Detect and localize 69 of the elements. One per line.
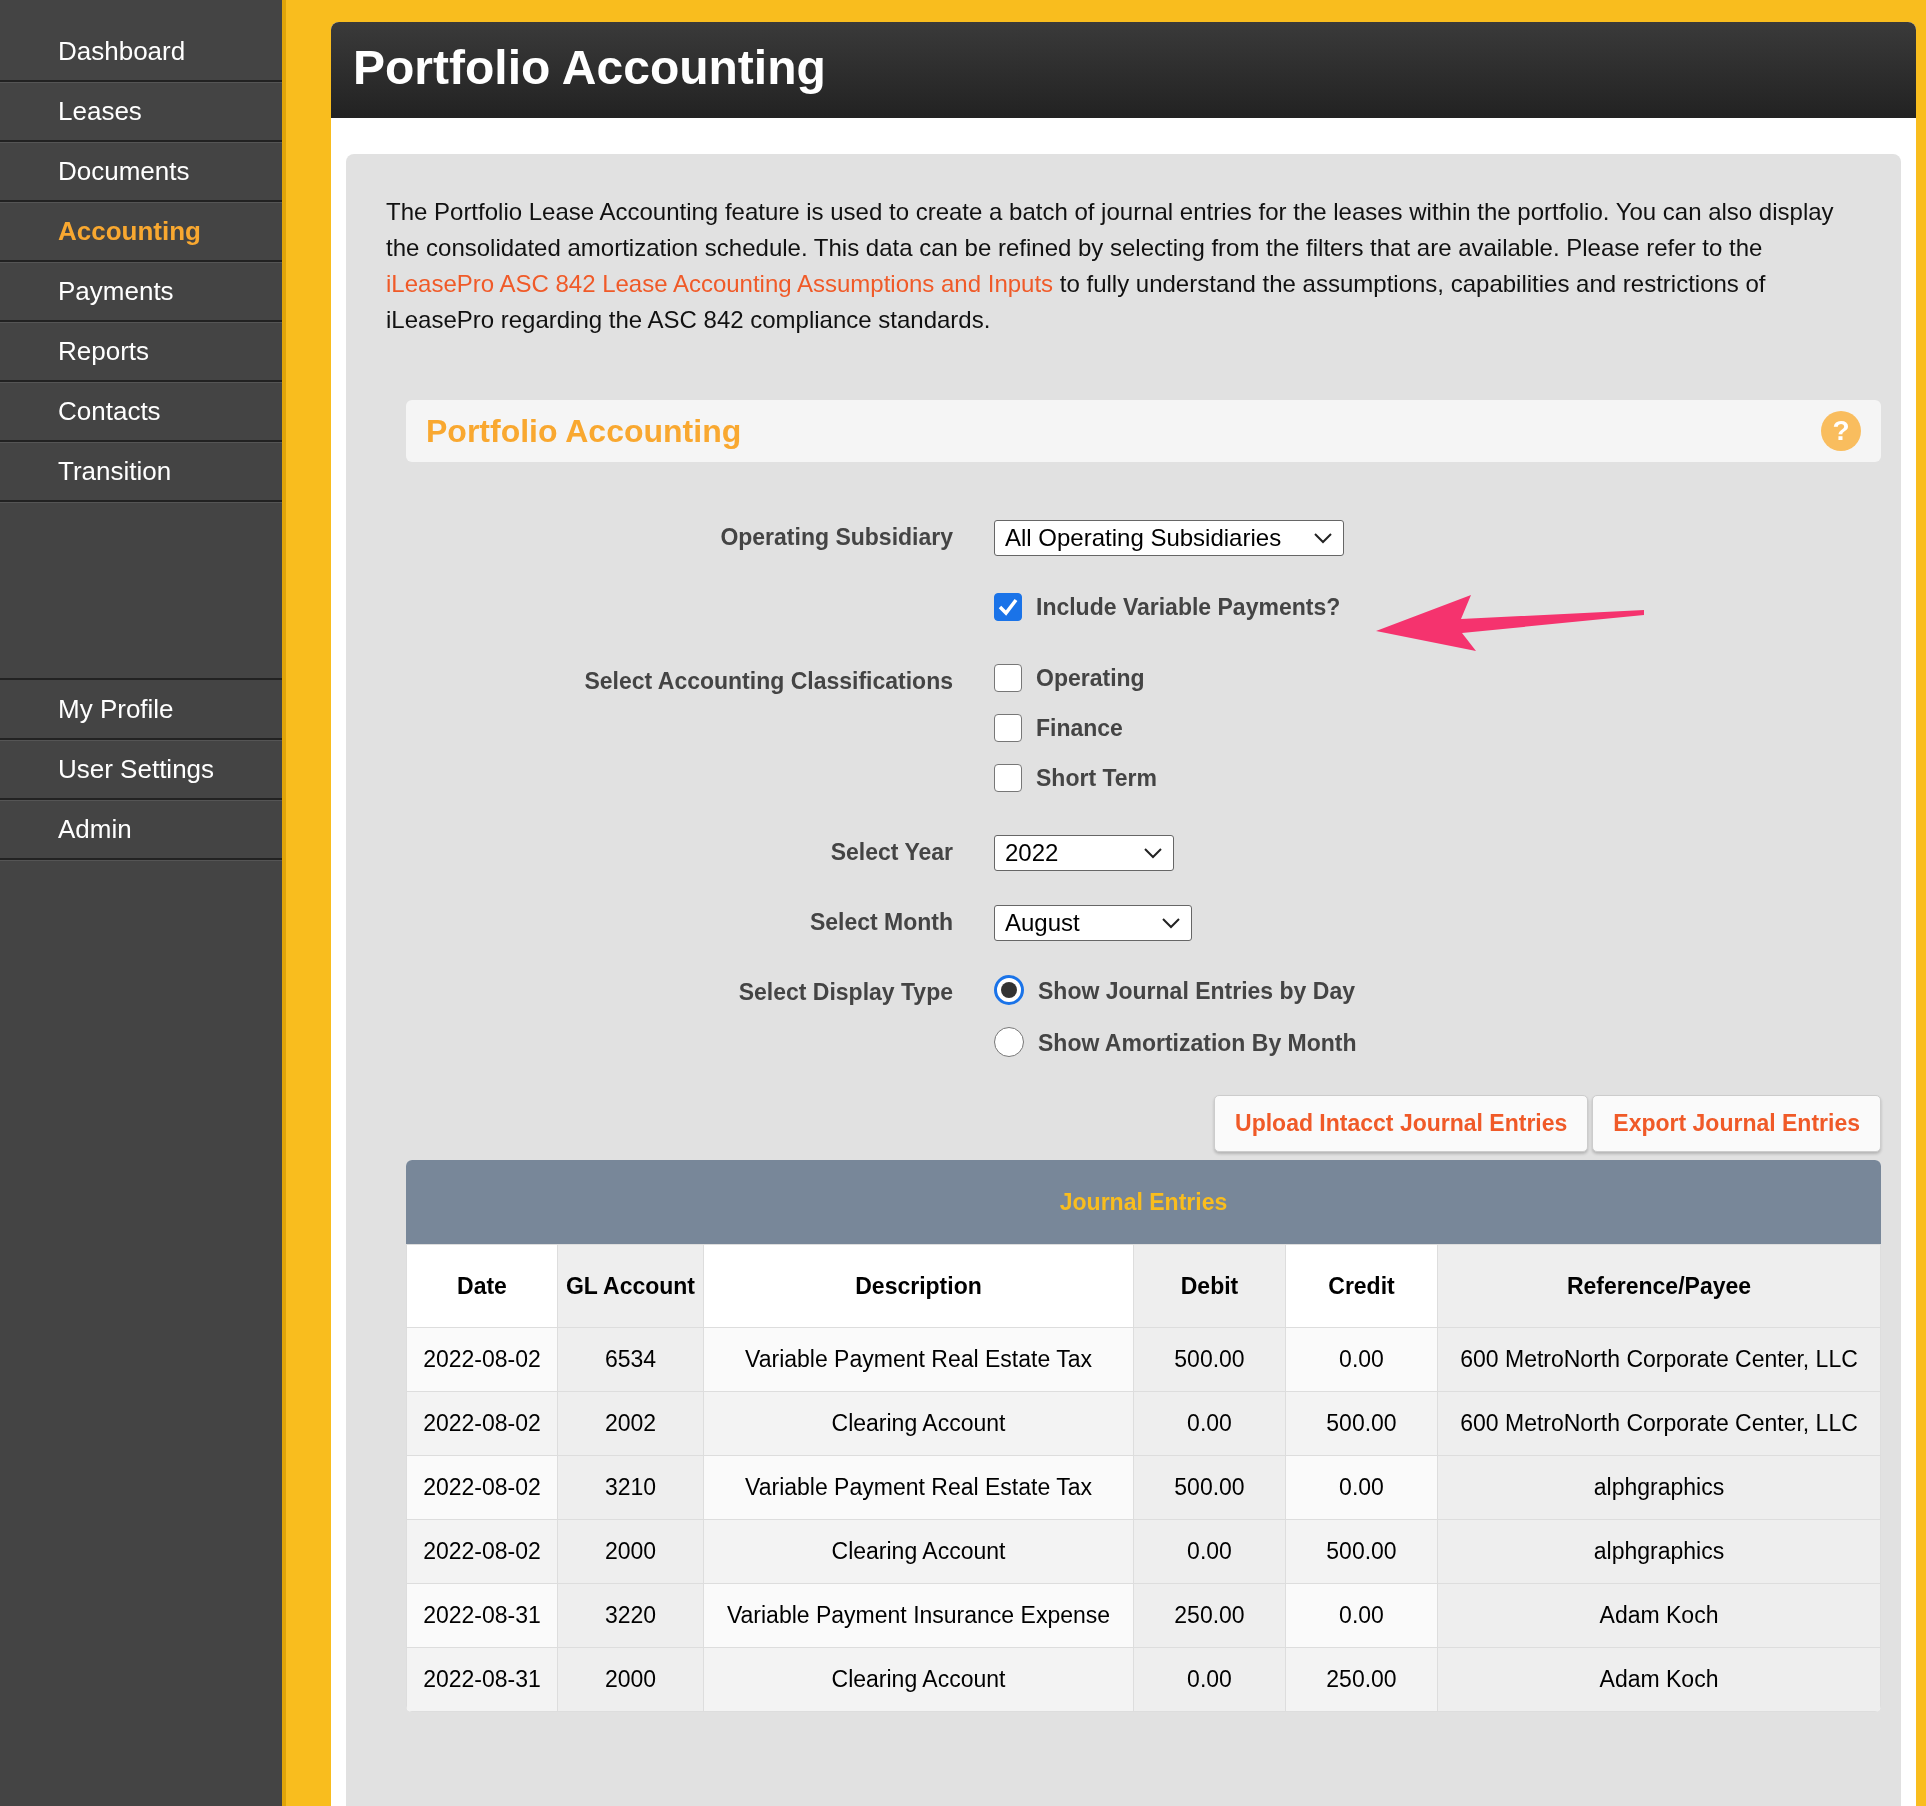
- table-cell: 2022-08-31: [406, 1583, 558, 1648]
- table-cell: 500.00: [1133, 1327, 1286, 1392]
- checkbox[interactable]: [994, 664, 1022, 692]
- checkbox-label: Operating: [1036, 665, 1145, 692]
- table-cell: Clearing Account: [703, 1519, 1134, 1584]
- field-label: Select Year: [829, 838, 953, 867]
- chevron-down-icon: [1313, 532, 1333, 544]
- page-title: Portfolio Accounting: [331, 22, 1916, 118]
- checkbox-label: Include Variable Payments?: [1036, 594, 1341, 621]
- table-cell: Clearing Account: [703, 1391, 1134, 1456]
- radio-label: Show Journal Entries by Day: [1038, 978, 1355, 1005]
- table-cell: 6534: [557, 1327, 704, 1392]
- radio-button[interactable]: [994, 1027, 1024, 1057]
- table-cell: alphgraphics: [1437, 1455, 1881, 1520]
- table-cell: 250.00: [1133, 1583, 1286, 1648]
- table-cell: alphgraphics: [1437, 1519, 1881, 1584]
- table-cell: 500.00: [1133, 1455, 1286, 1520]
- column-header: Date: [406, 1244, 558, 1328]
- checkbox[interactable]: [994, 764, 1022, 792]
- table-cell: 2000: [557, 1519, 704, 1584]
- table-cell: 2000: [557, 1647, 704, 1712]
- section-title: Portfolio Accounting: [426, 412, 742, 450]
- chevron-down-icon: [1161, 917, 1181, 929]
- table-cell: 3220: [557, 1583, 704, 1648]
- table-cell: Variable Payment Insurance Expense: [703, 1583, 1134, 1648]
- table-cell: Variable Payment Real Estate Tax: [703, 1327, 1134, 1392]
- field-label: Select Display Type: [737, 978, 953, 1007]
- table-cell: 2022-08-02: [406, 1455, 558, 1520]
- radio-button[interactable]: [994, 975, 1024, 1005]
- radio-label: Show Amortization By Month: [1038, 1030, 1357, 1057]
- column-header: Debit: [1133, 1244, 1286, 1328]
- column-header: Description: [703, 1244, 1134, 1328]
- table-cell: 500.00: [1285, 1391, 1438, 1456]
- description-paragraph: The Portfolio Lease Accounting feature is used to create a batch of journal entries for the leases within the portfolio. You can also display the consolidated amortization schedule. This data can be refined by selecting from the filters that are available. Please refer to the iLeasePro ASC 842 Lease Accounting Assumptions and Inputs to fully understand the assumptions, capabilities and restrictions of iLeasePro regarding the ASC 842 compliance standards.: [386, 197, 1835, 335]
- table-cell: 0.00: [1133, 1519, 1286, 1584]
- table-cell: 0.00: [1285, 1455, 1438, 1520]
- table-cell: Clearing Account: [703, 1647, 1134, 1712]
- field-label: Operating Subsidiary: [719, 523, 953, 552]
- table-cell: 0.00: [1133, 1391, 1286, 1456]
- column-header: Reference/Payee: [1437, 1244, 1881, 1328]
- table-cell: Variable Payment Real Estate Tax: [703, 1455, 1134, 1520]
- table-cell: 600 MetroNorth Corporate Center, LLC: [1437, 1391, 1881, 1456]
- select-field[interactable]: 2022: [994, 835, 1174, 871]
- table-cell: 3210: [557, 1455, 704, 1520]
- checkbox-label: Short Term: [1036, 765, 1157, 792]
- table-cell: 2002: [557, 1391, 704, 1456]
- table-cell: 250.00: [1285, 1647, 1438, 1712]
- table-cell: 2022-08-02: [406, 1327, 558, 1392]
- field-label: Select Month: [808, 908, 953, 937]
- table-cell: 0.00: [1285, 1327, 1438, 1392]
- column-header: Credit: [1285, 1244, 1438, 1328]
- select-field[interactable]: All Operating Subsidiaries: [994, 520, 1344, 556]
- table-cell: 2022-08-02: [406, 1519, 558, 1584]
- table-cell: Adam Koch: [1437, 1647, 1881, 1712]
- checkbox[interactable]: [994, 593, 1022, 621]
- table-cell: 500.00: [1285, 1519, 1438, 1584]
- column-header: GL Account: [557, 1244, 704, 1328]
- field-label: Select Accounting Classifications: [583, 667, 953, 696]
- checkbox-label: Finance: [1036, 715, 1123, 742]
- table-cell: 600 MetroNorth Corporate Center, LLC: [1437, 1327, 1881, 1392]
- checkbox[interactable]: [994, 714, 1022, 742]
- table-cell: Adam Koch: [1437, 1583, 1881, 1648]
- table-cell: 0.00: [1285, 1583, 1438, 1648]
- table-title: Journal Entries: [406, 1160, 1881, 1244]
- select-field[interactable]: August: [994, 905, 1192, 941]
- table-cell: 0.00: [1133, 1647, 1286, 1712]
- table-cell: 2022-08-31: [406, 1647, 558, 1712]
- table-cell: 2022-08-02: [406, 1391, 558, 1456]
- chevron-down-icon: [1143, 847, 1163, 859]
